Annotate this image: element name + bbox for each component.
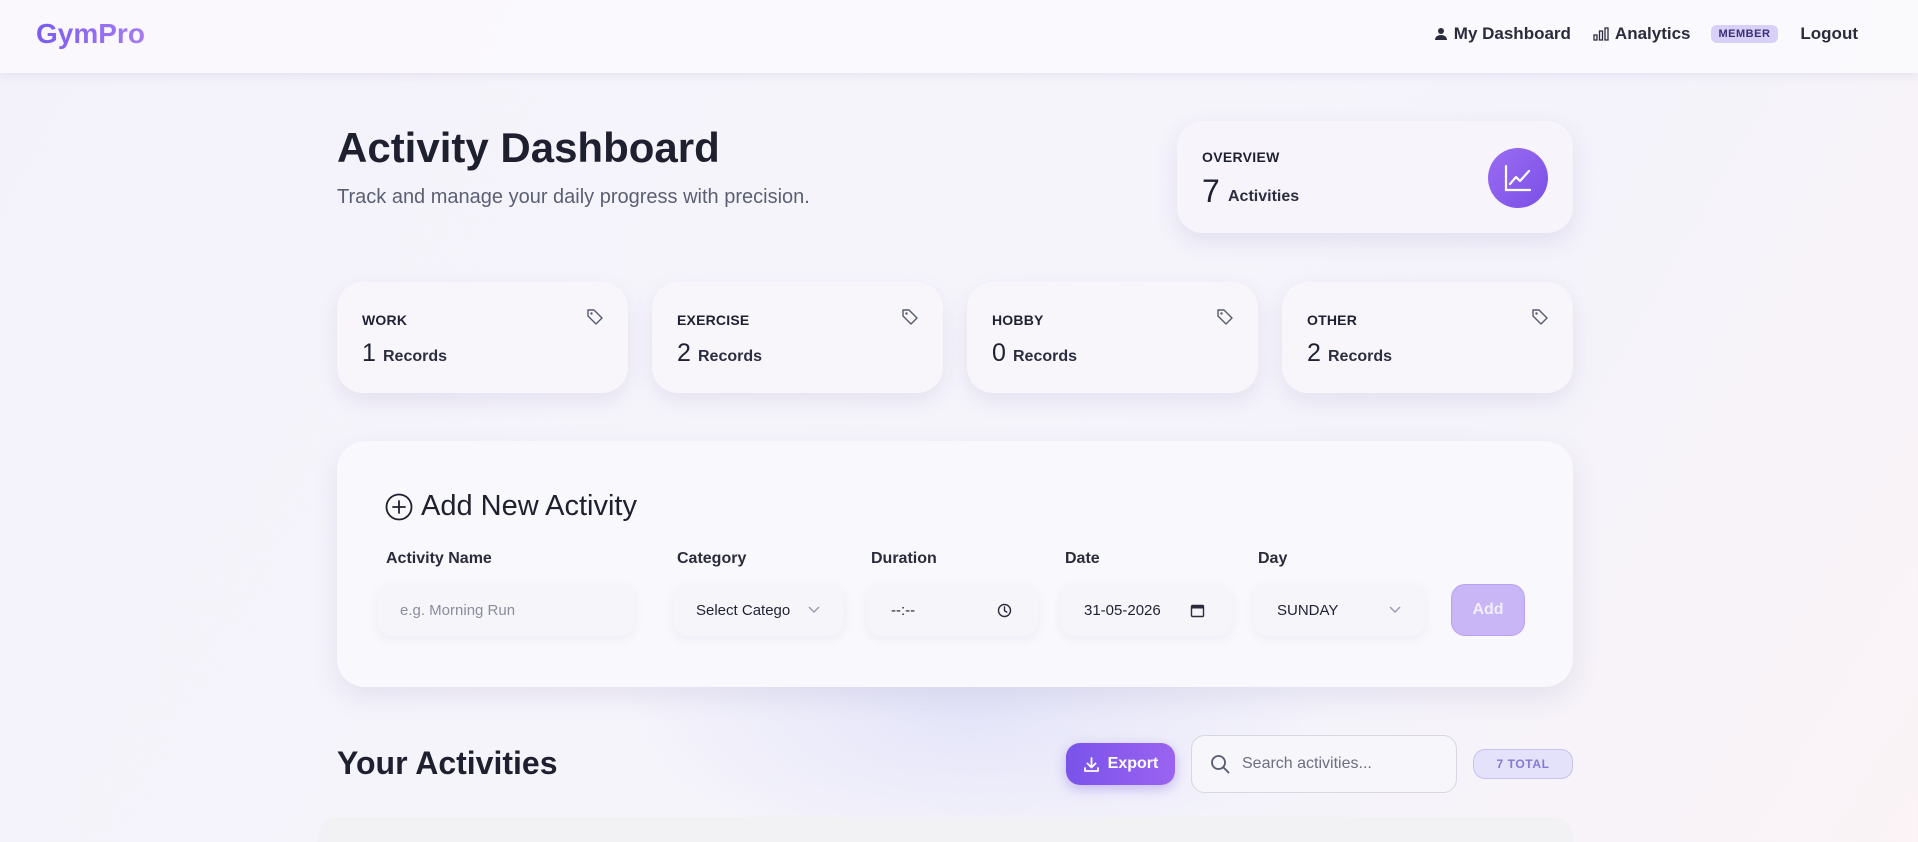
clock-icon[interactable]	[997, 603, 1012, 618]
calendar-icon[interactable]	[1190, 603, 1205, 618]
user-icon	[1434, 28, 1447, 40]
date-field[interactable]: 31-05-2026	[1061, 584, 1232, 636]
overview-card: OVERVIEW 7 Activities	[1177, 121, 1573, 233]
stat-label: HOBBY	[992, 312, 1044, 328]
stat-unit: Records	[1328, 348, 1393, 365]
add-activity-heading: Add New Activity	[385, 490, 637, 523]
stat-label: WORK	[362, 312, 408, 328]
search-input[interactable]	[1242, 755, 1442, 773]
date-value: 31-05-2026	[1084, 601, 1161, 619]
page-subtitle: Track and manage your daily progress wit…	[337, 186, 810, 208]
activities-title: Your Activities	[337, 745, 558, 781]
member-badge: MEMBER	[1710, 25, 1779, 43]
add-activity-button[interactable]: Add	[1451, 584, 1525, 636]
trend-chart-icon	[1504, 164, 1532, 192]
total-badge: 7 TOTAL	[1473, 749, 1573, 779]
nav-links: My Dashboard Analytics MEMBER Logout	[1434, 24, 1858, 44]
nav-analytics[interactable]: Analytics	[1593, 24, 1691, 44]
bar-chart-icon	[1593, 27, 1609, 41]
add-activity-title: Add New Activity	[421, 490, 637, 522]
duration-label: Duration	[871, 550, 937, 567]
stat-unit: Records	[383, 348, 448, 365]
add-activity-panel: Add New Activity Activity Name Category …	[337, 441, 1573, 687]
overview-label: OVERVIEW	[1202, 149, 1280, 165]
day-select-value: SUNDAY	[1277, 601, 1339, 619]
stat-count: 2	[677, 339, 691, 367]
nav-my-dashboard-label: My Dashboard	[1453, 24, 1571, 43]
stat-unit: Records	[1013, 348, 1078, 365]
category-label: Category	[677, 550, 747, 567]
plus-circle-icon	[385, 493, 413, 520]
stat-unit: Records	[698, 348, 763, 365]
activities-list	[318, 817, 1573, 842]
activity-name-input[interactable]	[400, 601, 634, 619]
stat-count: 0	[992, 339, 1006, 367]
nav-my-dashboard[interactable]: My Dashboard	[1434, 24, 1571, 44]
stat-card-other: OTHER 2 Records	[1282, 282, 1573, 393]
stat-label: OTHER	[1307, 312, 1357, 328]
page-title: Activity Dashboard	[337, 124, 720, 171]
overview-unit: Activities	[1228, 188, 1300, 205]
chevron-down-icon	[1389, 606, 1401, 614]
stat-count: 1	[362, 339, 376, 367]
activity-name-label: Activity Name	[386, 550, 492, 567]
export-label: Export	[1107, 755, 1159, 772]
nav-analytics-label: Analytics	[1614, 24, 1691, 43]
tag-icon	[1217, 309, 1233, 325]
duration-value: --:--	[891, 601, 916, 619]
stat-card-work: WORK 1 Records	[337, 282, 628, 393]
tag-icon	[902, 309, 918, 325]
download-icon	[1083, 756, 1099, 772]
stat-card-exercise: EXERCISE 2 Records	[652, 282, 943, 393]
nav-logout[interactable]: Logout	[1800, 24, 1858, 44]
category-select-value: Select Catego	[696, 601, 791, 619]
category-select[interactable]: Select Catego	[673, 584, 844, 636]
day-label: Day	[1258, 550, 1288, 567]
activity-name-field[interactable]	[377, 584, 634, 636]
date-label: Date	[1065, 550, 1100, 567]
stat-count: 2	[1307, 339, 1321, 367]
day-select[interactable]: SUNDAY	[1254, 584, 1425, 636]
tag-icon	[587, 309, 603, 325]
search-box[interactable]	[1191, 735, 1457, 793]
top-navbar: GymPro My Dashboard Analytics MEMBER Log…	[0, 0, 1918, 73]
stat-card-hobby: HOBBY 0 Records	[967, 282, 1258, 393]
overview-icon-circle	[1488, 148, 1548, 208]
stat-label: EXERCISE	[677, 312, 750, 328]
overview-count: 7	[1202, 173, 1220, 209]
tag-icon	[1532, 309, 1548, 325]
duration-field[interactable]: --:--	[867, 584, 1038, 636]
export-button[interactable]: Export	[1066, 743, 1175, 785]
search-icon	[1211, 755, 1230, 774]
brand-logo[interactable]: GymPro	[36, 18, 145, 50]
chevron-down-icon	[808, 606, 820, 614]
